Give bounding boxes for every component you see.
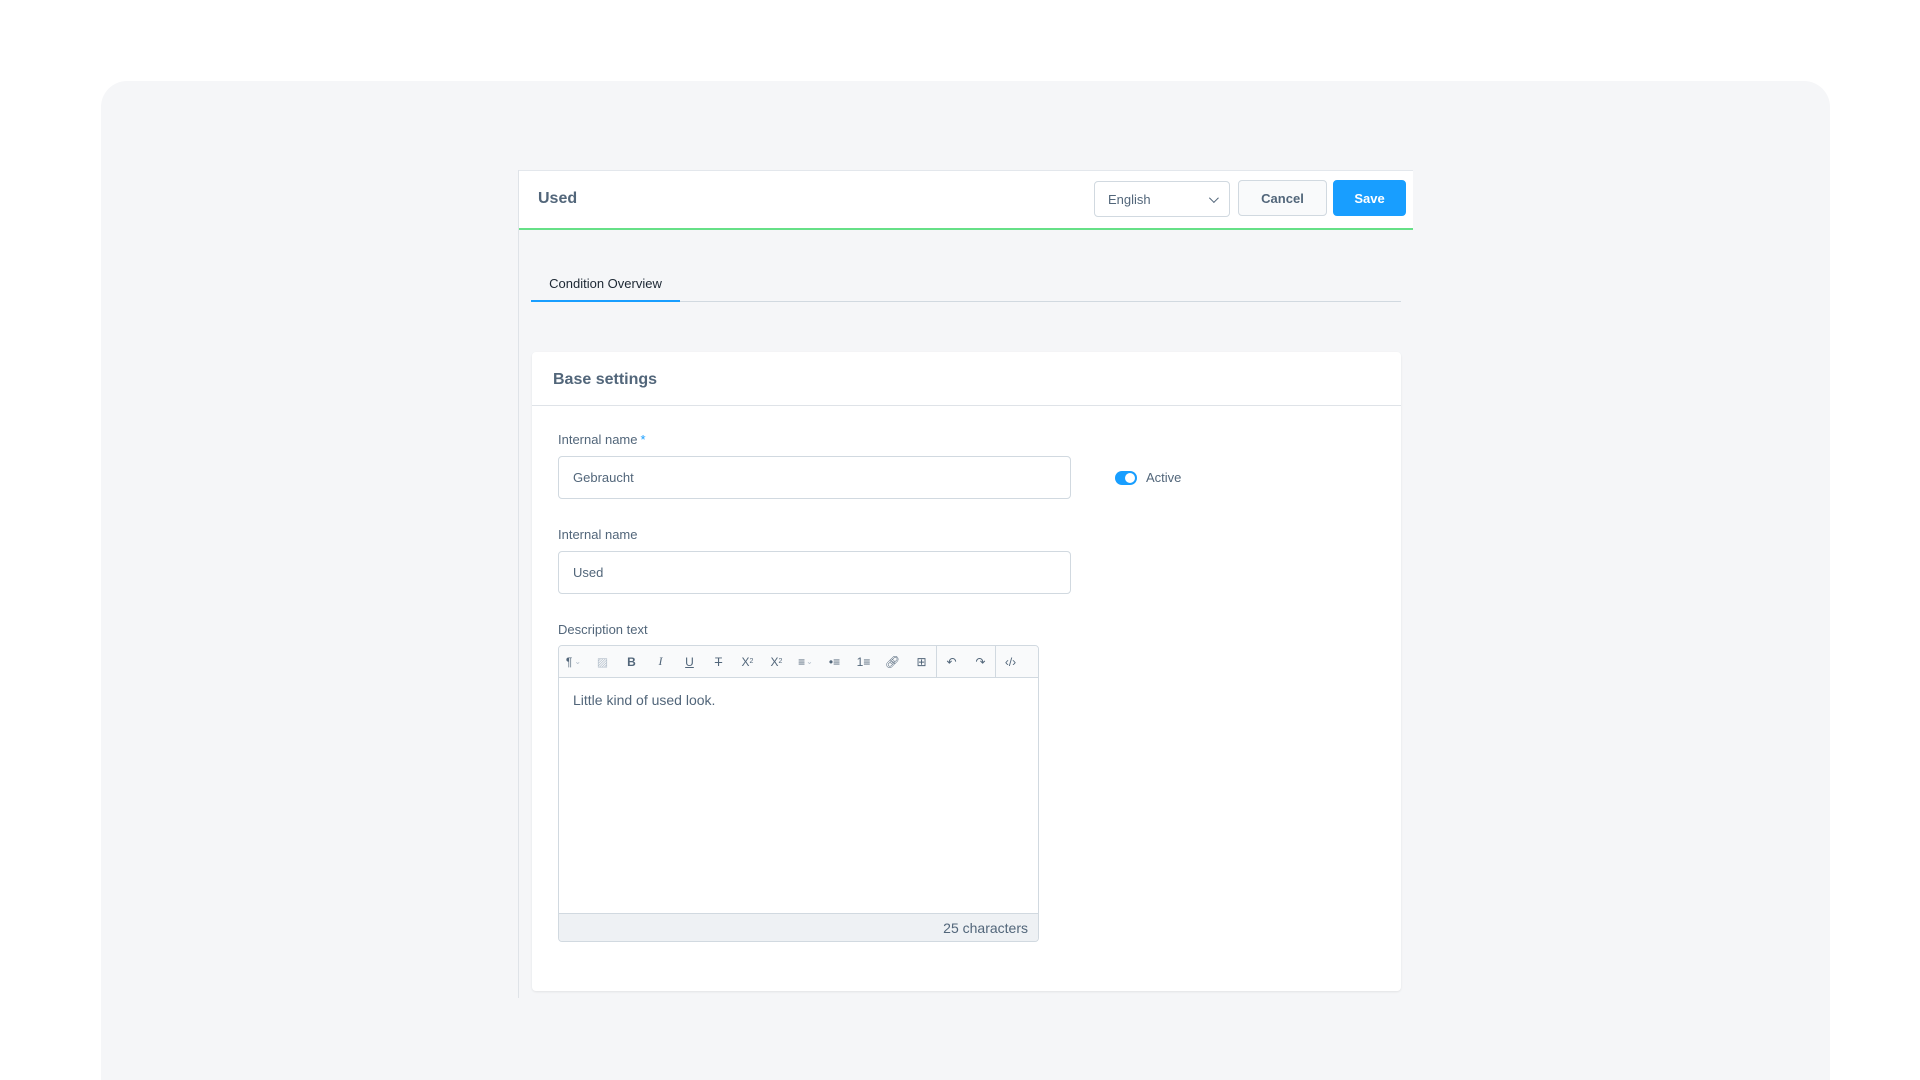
active-toggle[interactable] (1115, 470, 1137, 485)
tab-condition-overview[interactable]: Condition Overview (531, 272, 680, 302)
subscript-icon[interactable]: X2 (762, 646, 791, 678)
internal-name-input-value: Gebraucht (573, 470, 634, 485)
base-settings-card: Base settings Internal name * Gebraucht A… (532, 352, 1401, 991)
internal-name-label: Internal name * (558, 432, 646, 447)
underline-icon[interactable]: U (675, 646, 704, 678)
internal-name-input[interactable]: Gebraucht (558, 456, 1071, 499)
character-count: 25 characters (559, 913, 1038, 941)
detail-panel: Used English Cancel Save Condition Overv… (518, 170, 1413, 998)
description-editor-content[interactable]: Little kind of used look. (559, 678, 1038, 914)
language-select[interactable]: English (1094, 181, 1230, 217)
tab-bar: Condition Overview (531, 272, 1401, 302)
description-editor: ¶ ⌄ ▨ B I U T X2 X2 ≡ ⌄ •≡ 1≡ 🔗︎ ⊞ ↶ ↷ ‹/›… (558, 645, 1039, 942)
description-label: Description text (558, 622, 648, 637)
redo-icon[interactable]: ↷ (966, 646, 995, 678)
numbered-list-icon[interactable]: 1≡ (849, 646, 878, 678)
bullet-list-icon[interactable]: •≡ (820, 646, 849, 678)
align-icon[interactable]: ≡ ⌄ (791, 646, 820, 678)
table-icon[interactable]: ⊞ (907, 646, 936, 678)
page-title: Used (538, 190, 578, 207)
undo-icon[interactable]: ↶ (937, 646, 966, 678)
save-button[interactable]: Save (1333, 180, 1406, 216)
editor-toolbar: ¶ ⌄ ▨ B I U T X2 X2 ≡ ⌄ •≡ 1≡ 🔗︎ ⊞ ↶ ↷ ‹/› (559, 646, 1038, 678)
clear-format-icon[interactable]: ▨ (588, 646, 617, 678)
bold-icon[interactable]: B (617, 646, 646, 678)
internal-name-translation-label: Internal name (558, 527, 638, 542)
link-icon[interactable]: 🔗︎ (878, 646, 907, 678)
internal-name-label-text: Internal name (558, 432, 638, 447)
italic-icon[interactable]: I (646, 646, 675, 678)
required-mark: * (640, 432, 646, 447)
top-bar: Used English Cancel Save (519, 170, 1413, 230)
strikethrough-icon[interactable]: T (704, 646, 733, 678)
language-select-value: English (1108, 191, 1151, 207)
card-title: Base settings (532, 352, 1401, 406)
superscript-icon[interactable]: X2 (733, 646, 762, 678)
paragraph-icon[interactable]: ¶ ⌄ (559, 646, 588, 678)
chevron-down-icon (1208, 192, 1219, 203)
internal-name-translation-value: Used (573, 565, 604, 580)
code-view-icon[interactable]: ‹/› (996, 646, 1025, 678)
cancel-button[interactable]: Cancel (1238, 180, 1327, 216)
active-toggle-group: Active (1115, 470, 1181, 485)
active-label: Active (1146, 470, 1182, 485)
internal-name-translation-input[interactable]: Used (558, 551, 1071, 594)
